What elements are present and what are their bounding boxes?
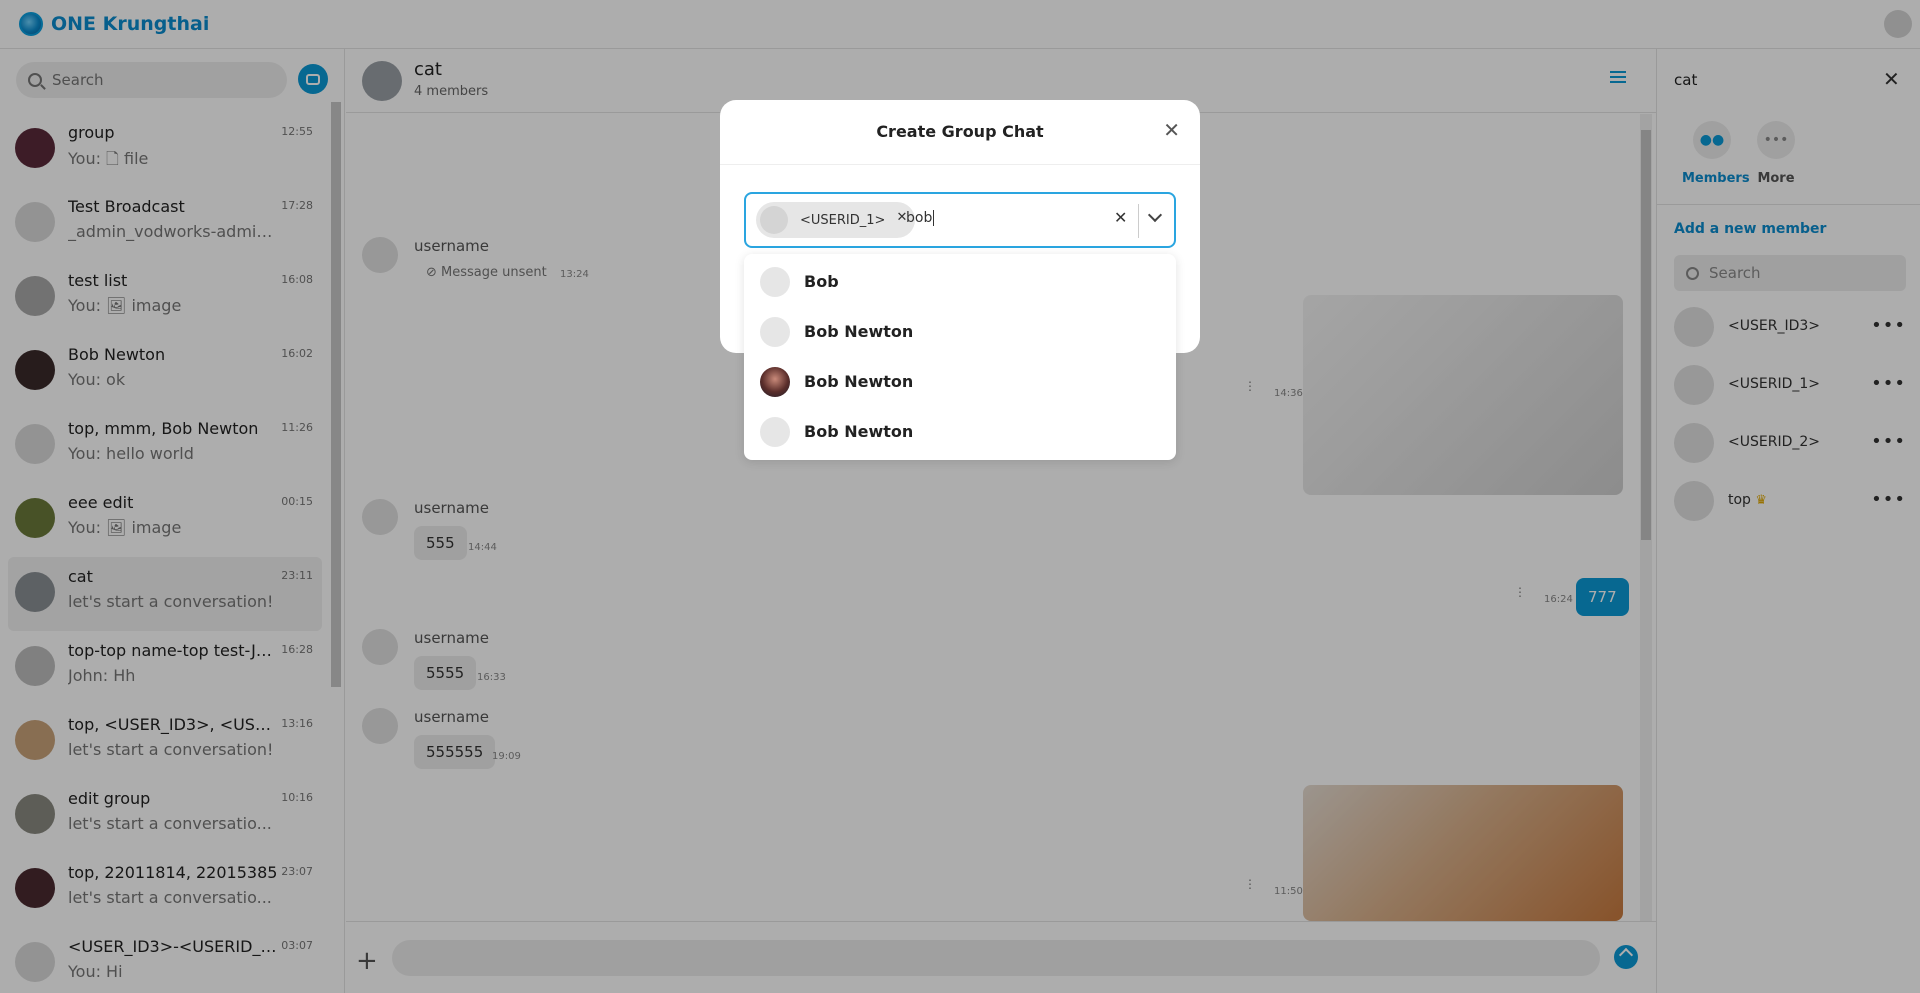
option-name: Bob Newton [804, 322, 914, 341]
option-name: Bob Newton [804, 422, 914, 441]
dropdown-option[interactable]: Bob Newton [744, 407, 1176, 457]
modal-title: Create Group Chat [876, 122, 1044, 141]
option-name: Bob Newton [804, 372, 914, 391]
avatar [760, 317, 790, 347]
avatar [760, 267, 790, 297]
chip-label: <USERID_1> [800, 212, 886, 228]
clear-icon[interactable]: ✕ [1114, 208, 1127, 227]
avatar [760, 206, 788, 234]
member-search-input[interactable]: bob [906, 210, 935, 226]
avatar [760, 417, 790, 447]
close-icon[interactable]: ✕ [1163, 118, 1180, 142]
member-dropdown: Bob Bob Newton Bob Newton Bob Newton [744, 254, 1176, 460]
dropdown-option[interactable]: Bob Newton [744, 307, 1176, 357]
divider [720, 164, 1200, 165]
select-divider [1138, 204, 1139, 238]
member-select[interactable]: <USERID_1> ✕ bob ✕ [744, 192, 1176, 248]
dropdown-option[interactable]: Bob [744, 257, 1176, 307]
chevron-down-icon[interactable] [1147, 207, 1163, 223]
selected-member-chip: <USERID_1> ✕ [756, 202, 916, 238]
option-name: Bob [804, 272, 839, 291]
avatar [760, 367, 790, 397]
dropdown-option[interactable]: Bob Newton [744, 357, 1176, 407]
